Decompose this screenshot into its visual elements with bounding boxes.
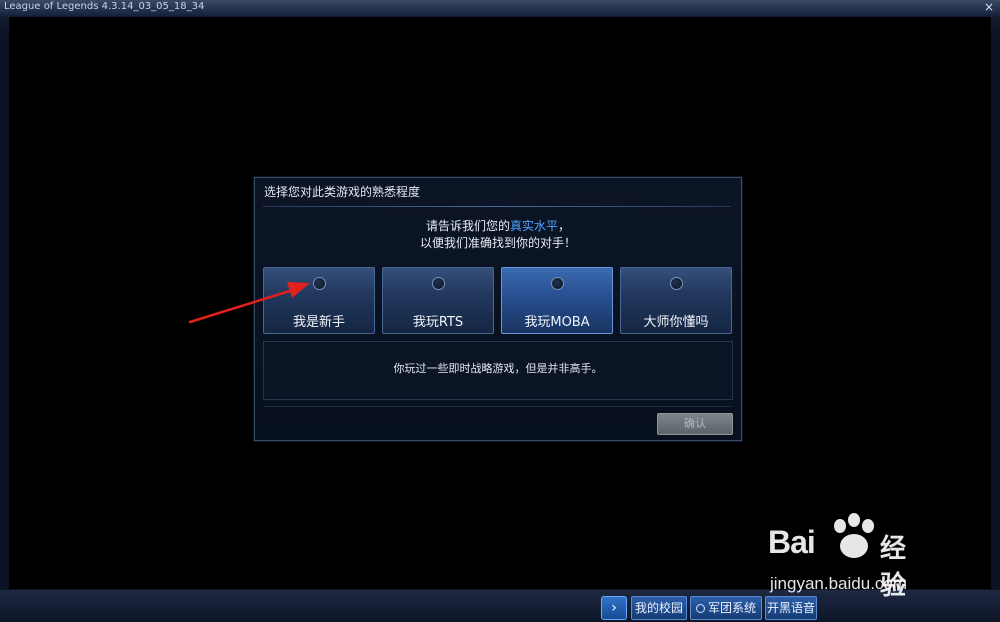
watermark-brand: Bai (768, 524, 816, 560)
button-label: 军团系统 (707, 601, 756, 615)
legion-system-button[interactable]: 军团系统 (690, 596, 762, 620)
voice-chat-button[interactable]: 开黑语音 (765, 596, 817, 620)
button-label: 我的校园 (634, 601, 683, 615)
circle-icon (695, 604, 705, 613)
game-window: League of Legends 4.3.14_03_05_18_34 × 选… (0, 0, 1000, 622)
chevron-right-icon[interactable]: › (601, 596, 627, 620)
watermark-url: jingyan.baidu.com (770, 574, 908, 593)
paw-icon (834, 513, 874, 558)
bottom-bar (0, 590, 1000, 622)
my-campus-button[interactable]: 我的校园 (631, 596, 687, 620)
button-label: 开黑语音 (766, 601, 815, 615)
